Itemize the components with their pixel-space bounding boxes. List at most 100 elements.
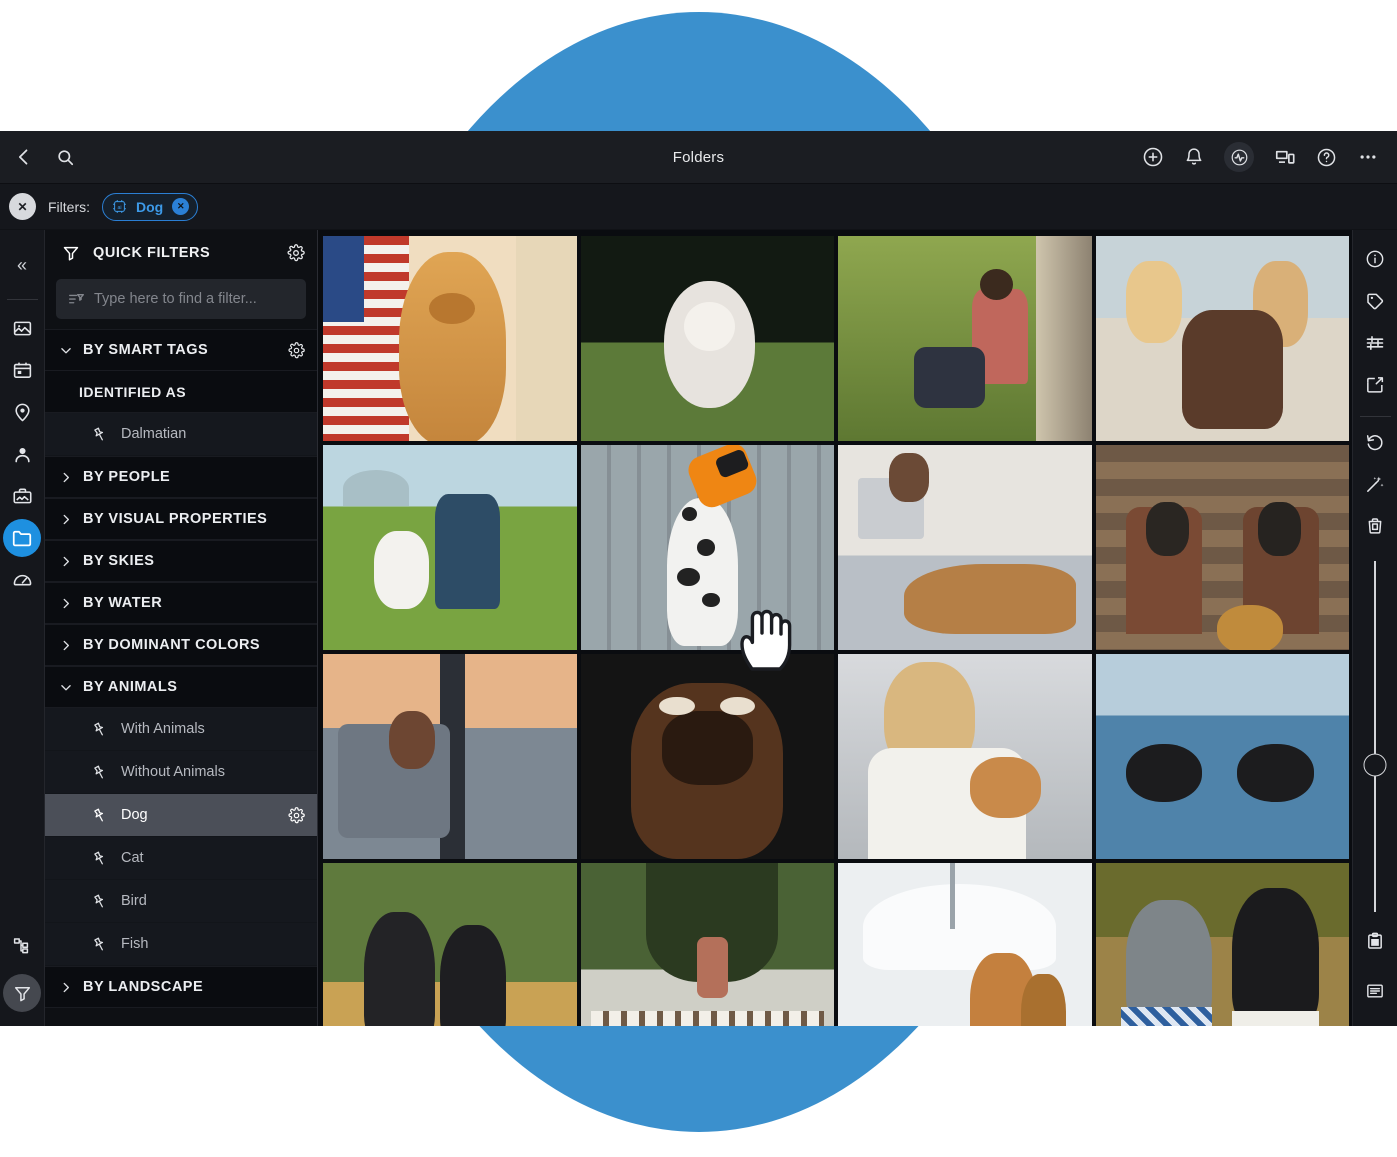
- filter-item-fish[interactable]: Fish: [45, 923, 317, 966]
- photo-thumbnail: [1095, 445, 1349, 650]
- chevron-right-icon: [59, 596, 73, 611]
- photo-tile[interactable]: [323, 863, 577, 1026]
- pin-icon[interactable]: [91, 807, 108, 824]
- photo-tile[interactable]: [580, 863, 834, 1026]
- photo-tile[interactable]: [838, 445, 1092, 650]
- photo-tile[interactable]: [1095, 654, 1349, 859]
- rail-divider: [1359, 416, 1391, 417]
- filter-chip-remove-icon[interactable]: ✕: [172, 198, 190, 215]
- clear-filters-button[interactable]: ✕: [9, 193, 36, 220]
- gear-icon[interactable]: [288, 806, 305, 824]
- photo-grid: [323, 236, 1349, 1026]
- search-icon[interactable]: [56, 148, 75, 167]
- filter-item-dog[interactable]: Dog: [45, 794, 317, 837]
- quick-filters-panel: QUICK FILTERS BY SMART TAGS IDENTIFIED AS…: [45, 230, 318, 1026]
- filter-item-label: Dog: [121, 807, 148, 823]
- filter-item-label: Dalmatian: [121, 426, 187, 442]
- photo-thumbnail: [1095, 654, 1349, 859]
- rail-item-filter[interactable]: [3, 974, 41, 1012]
- filter-group-by-dominant-colors[interactable]: BY DOMINANT COLORS: [45, 624, 317, 666]
- photo-tile[interactable]: [1095, 236, 1349, 441]
- pin-icon[interactable]: [91, 426, 108, 443]
- history-rotate-icon[interactable]: [1356, 423, 1394, 461]
- filter-search-input[interactable]: [94, 291, 294, 307]
- photo-thumbnail: [1095, 863, 1349, 1026]
- collapse-rail-button[interactable]: «: [3, 246, 41, 284]
- pin-icon[interactable]: [91, 850, 108, 867]
- filter-item-cat[interactable]: Cat: [45, 837, 317, 880]
- photo-thumbnail: [838, 654, 1092, 859]
- filter-group-by-landscape[interactable]: BY LANDSCAPE: [45, 966, 317, 1008]
- help-circle-icon[interactable]: [1316, 147, 1337, 168]
- photo-tile[interactable]: [1095, 445, 1349, 650]
- gear-icon[interactable]: [288, 341, 305, 359]
- rail-item-folders[interactable]: [3, 519, 41, 557]
- rail-item-dashboard[interactable]: [3, 561, 41, 599]
- info-icon[interactable]: [1356, 240, 1394, 278]
- rail-item-albums[interactable]: [3, 477, 41, 515]
- photo-tile-selected[interactable]: [580, 445, 834, 650]
- export-icon[interactable]: [1356, 366, 1394, 404]
- photo-tile[interactable]: [580, 236, 834, 441]
- pin-icon[interactable]: [91, 893, 108, 910]
- magic-wand-icon[interactable]: [1356, 465, 1394, 503]
- filter-search-box[interactable]: [56, 279, 306, 319]
- photo-tile[interactable]: [323, 654, 577, 859]
- photo-thumbnail: [323, 236, 577, 441]
- filter-item-label: Without Animals: [121, 764, 225, 780]
- rail-item-places[interactable]: [3, 393, 41, 431]
- gear-icon[interactable]: [287, 244, 305, 262]
- chevron-right-icon: [59, 470, 73, 485]
- rail-item-calendar[interactable]: [3, 351, 41, 389]
- photo-thumbnail: [1095, 236, 1349, 441]
- activity-pulse-icon[interactable]: [1224, 142, 1254, 172]
- filter-group-by-people[interactable]: BY PEOPLE: [45, 456, 317, 498]
- photo-tile[interactable]: [838, 236, 1092, 441]
- filter-item-dalmatian[interactable]: Dalmatian: [45, 413, 317, 456]
- filter-item-without-animals[interactable]: Without Animals: [45, 751, 317, 794]
- photo-tile[interactable]: [1095, 863, 1349, 1026]
- filter-item-with-animals[interactable]: With Animals: [45, 708, 317, 751]
- trash-icon[interactable]: [1356, 507, 1394, 545]
- zoom-slider-handle[interactable]: [1363, 753, 1387, 777]
- right-tools-rail: [1352, 230, 1397, 1026]
- clipboard-icon[interactable]: [1356, 922, 1394, 960]
- photo-tile[interactable]: [323, 445, 577, 650]
- filter-group-by-smart-tags[interactable]: BY SMART TAGS: [45, 329, 317, 371]
- photo-thumbnail: [838, 863, 1092, 1026]
- filter-group-label: BY DOMINANT COLORS: [83, 637, 261, 653]
- back-arrow-icon[interactable]: [14, 147, 34, 167]
- photo-thumbnail: [838, 445, 1092, 650]
- devices-sync-icon[interactable]: [1274, 146, 1296, 168]
- right-rail-bottom-group: [1356, 922, 1394, 1026]
- photo-thumbnail: [580, 863, 834, 1026]
- filter-group-by-animals[interactable]: BY ANIMALS: [45, 666, 317, 708]
- filter-group-by-water[interactable]: BY WATER: [45, 582, 317, 624]
- rail-item-people[interactable]: [3, 435, 41, 473]
- pin-icon[interactable]: [91, 936, 108, 953]
- filter-group-by-skies[interactable]: BY SKIES: [45, 540, 317, 582]
- photo-tile[interactable]: [838, 863, 1092, 1026]
- pin-icon[interactable]: [91, 764, 108, 781]
- more-dots-icon[interactable]: [1357, 146, 1379, 168]
- chevron-down-icon: [59, 343, 73, 358]
- photo-tile[interactable]: [838, 654, 1092, 859]
- zoom-slider[interactable]: [1363, 561, 1387, 912]
- photo-tile[interactable]: [580, 654, 834, 859]
- bell-icon[interactable]: [1184, 147, 1204, 167]
- pin-icon[interactable]: [91, 721, 108, 738]
- filter-group-by-visual-properties[interactable]: BY VISUAL PROPERTIES: [45, 498, 317, 540]
- filter-group-label: BY PEOPLE: [83, 469, 171, 485]
- add-circle-icon[interactable]: [1142, 146, 1164, 168]
- filter-item-bird[interactable]: Bird: [45, 880, 317, 923]
- chevron-right-icon: [59, 980, 73, 995]
- rail-item-photos[interactable]: [3, 309, 41, 347]
- details-list-icon[interactable]: [1356, 972, 1394, 1010]
- adjustments-sliders-icon[interactable]: [1356, 324, 1394, 362]
- filter-group-label: BY VISUAL PROPERTIES: [83, 511, 268, 527]
- filter-chip-dog[interactable]: ai Dog ✕: [102, 192, 199, 221]
- rail-item-sitemap[interactable]: [3, 926, 41, 964]
- photo-thumbnail: [580, 445, 834, 650]
- tag-icon[interactable]: [1356, 282, 1394, 320]
- photo-tile[interactable]: [323, 236, 577, 441]
